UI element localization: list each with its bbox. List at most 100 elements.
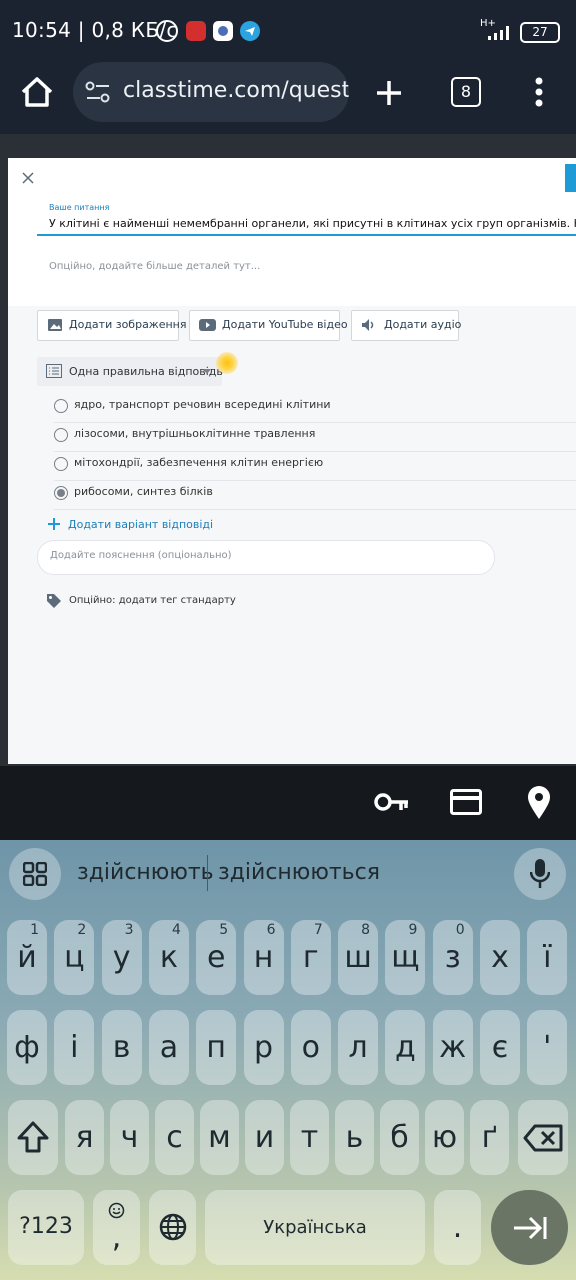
period-key-label: . bbox=[452, 1210, 463, 1245]
letter-key[interactable]: н6 bbox=[243, 920, 284, 995]
voice-input-button[interactable] bbox=[514, 848, 566, 900]
shift-key[interactable] bbox=[8, 1100, 58, 1175]
add-audio-button[interactable]: Додати аудіо bbox=[351, 310, 462, 341]
add-image-button[interactable]: Додати зображення bbox=[37, 310, 187, 341]
standard-tag-button[interactable]: Опційно: додати тег стандарту bbox=[46, 592, 266, 610]
letter-key[interactable]: ф bbox=[7, 1010, 47, 1085]
letter-key[interactable]: а bbox=[148, 1010, 189, 1085]
telegram-icon bbox=[240, 21, 260, 41]
language-key[interactable] bbox=[149, 1190, 196, 1265]
key-icon[interactable] bbox=[374, 790, 410, 814]
letter-key[interactable]: я bbox=[65, 1100, 104, 1175]
letter-key[interactable]: и bbox=[245, 1100, 284, 1175]
question-input[interactable]: У клітині є найменші немембранні органел… bbox=[37, 214, 576, 236]
add-option-button[interactable]: Додати варіант відповіді bbox=[48, 516, 248, 534]
key-label: з bbox=[444, 940, 461, 975]
letter-key[interactable]: р bbox=[243, 1010, 284, 1085]
letter-key[interactable]: о bbox=[290, 1010, 331, 1085]
period-key[interactable]: . bbox=[434, 1190, 481, 1265]
list-icon bbox=[46, 364, 62, 378]
key-label: п bbox=[206, 1030, 226, 1065]
letter-key[interactable]: ш8 bbox=[338, 920, 379, 995]
letter-key[interactable]: ' bbox=[527, 1010, 568, 1085]
letter-key[interactable]: е5 bbox=[196, 920, 237, 995]
letter-key[interactable]: й1 bbox=[7, 920, 47, 995]
details-input[interactable]: Опційно, додайте більше деталей тут... bbox=[49, 261, 260, 272]
letter-key[interactable]: ц2 bbox=[54, 920, 95, 995]
letter-key[interactable]: б bbox=[380, 1100, 419, 1175]
explanation-input[interactable]: Додайте пояснення (опціонально) bbox=[37, 540, 495, 575]
letter-key[interactable]: ю bbox=[425, 1100, 464, 1175]
letter-key[interactable]: г7 bbox=[290, 920, 331, 995]
emoji-comma-key[interactable]: , bbox=[93, 1190, 140, 1265]
key-hint: 4 bbox=[171, 922, 181, 938]
add-option-label: Додати варіант відповіді bbox=[68, 518, 214, 531]
volume-icon bbox=[362, 319, 374, 331]
answer-option[interactable]: лізосоми, внутрішньоклітинне травлення bbox=[54, 422, 576, 452]
suggestion-1[interactable]: здійснюють bbox=[77, 860, 214, 885]
letter-key[interactable]: ж bbox=[432, 1010, 473, 1085]
letter-key[interactable]: ґ bbox=[470, 1100, 509, 1175]
letter-key[interactable]: к4 bbox=[148, 920, 189, 995]
key-hint: 7 bbox=[313, 922, 323, 938]
suggestion-2[interactable]: здійснюються bbox=[218, 860, 380, 885]
key-label: в bbox=[112, 1030, 131, 1065]
question-text: У клітині є найменші немембранні органел… bbox=[49, 217, 576, 230]
question-editor-modal: Ваше питання У клітині є найменші немемб… bbox=[8, 158, 576, 764]
keyboard-menu-button[interactable] bbox=[9, 848, 61, 900]
key-label: й bbox=[17, 940, 37, 975]
close-icon[interactable] bbox=[22, 172, 34, 184]
backspace-key[interactable] bbox=[518, 1100, 568, 1175]
letter-key[interactable]: д bbox=[385, 1010, 426, 1085]
letter-key[interactable]: є bbox=[480, 1010, 520, 1085]
letter-key[interactable]: с bbox=[155, 1100, 194, 1175]
letter-key[interactable]: з0 bbox=[432, 920, 473, 995]
letter-key[interactable]: м bbox=[200, 1100, 239, 1175]
save-button[interactable] bbox=[565, 164, 576, 192]
letter-key[interactable]: у3 bbox=[101, 920, 142, 995]
letter-key[interactable]: п bbox=[196, 1010, 237, 1085]
key-label: х bbox=[491, 940, 509, 975]
tab-switcher-button[interactable]: 8 bbox=[451, 77, 481, 107]
letter-key[interactable]: і bbox=[54, 1010, 95, 1085]
settings-notification-icon bbox=[213, 21, 233, 41]
letter-key[interactable]: т bbox=[290, 1100, 329, 1175]
key-label: ї bbox=[543, 940, 552, 975]
letter-key[interactable]: ї bbox=[527, 920, 568, 995]
key-label: ' bbox=[543, 1030, 552, 1065]
site-settings-icon[interactable] bbox=[85, 80, 111, 104]
letter-key[interactable]: ь bbox=[335, 1100, 374, 1175]
letter-key[interactable]: х bbox=[480, 920, 520, 995]
letter-key[interactable]: в bbox=[101, 1010, 142, 1085]
radio-button[interactable] bbox=[54, 457, 68, 471]
answer-option[interactable]: мітохондрії, забезпечення клітин енергіє… bbox=[54, 451, 576, 481]
enter-key[interactable] bbox=[491, 1190, 568, 1265]
key-label: ґ bbox=[481, 1120, 498, 1155]
emoji-icon bbox=[108, 1202, 125, 1219]
backspace-icon bbox=[523, 1124, 563, 1152]
add-audio-label: Додати аудіо bbox=[384, 318, 462, 331]
location-icon[interactable] bbox=[527, 786, 551, 820]
credit-card-icon[interactable] bbox=[450, 789, 482, 815]
home-icon[interactable] bbox=[20, 76, 54, 108]
add-youtube-button[interactable]: Додати YouTube відео bbox=[189, 310, 348, 341]
grid-icon bbox=[23, 862, 47, 886]
letter-key[interactable]: щ9 bbox=[385, 920, 426, 995]
answer-option[interactable]: рибосоми, синтез білків bbox=[54, 480, 576, 510]
symbols-key[interactable]: ?123 bbox=[8, 1190, 84, 1265]
radio-button[interactable] bbox=[54, 486, 68, 500]
space-key[interactable]: Українська bbox=[205, 1190, 425, 1265]
answer-option[interactable]: ядро, транспорт речовин всередині клітин… bbox=[54, 393, 576, 423]
question-label: Ваше питання bbox=[49, 203, 110, 212]
answer-type-dropdown[interactable]: Одна правильна відповідь bbox=[37, 357, 223, 386]
radio-button[interactable] bbox=[54, 399, 68, 413]
url-bar[interactable]: classtime.com/quest bbox=[73, 62, 349, 122]
battery-indicator: 27 bbox=[520, 22, 560, 43]
microphone-icon bbox=[530, 859, 550, 888]
menu-icon[interactable] bbox=[534, 76, 544, 108]
letter-key[interactable]: ч bbox=[110, 1100, 149, 1175]
radio-button[interactable] bbox=[54, 428, 68, 442]
new-tab-icon[interactable] bbox=[374, 78, 404, 108]
letter-key[interactable]: л bbox=[338, 1010, 379, 1085]
key-label: ш bbox=[344, 940, 372, 975]
